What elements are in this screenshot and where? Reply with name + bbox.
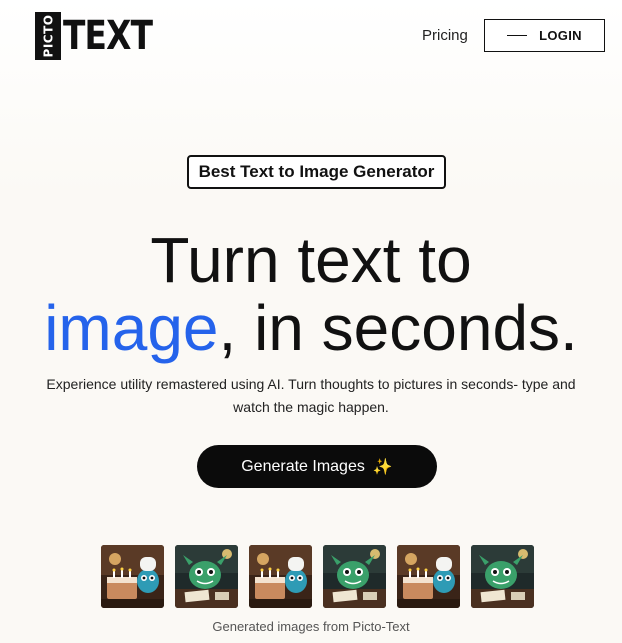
nav-pricing-link[interactable]: Pricing <box>422 27 468 44</box>
generated-image-3 <box>249 545 312 608</box>
generate-images-label: Generate Images <box>241 457 365 475</box>
generated-images-gallery <box>101 545 534 608</box>
logo-main-text: TEXT <box>63 13 153 59</box>
login-button[interactable]: LOGIN <box>484 19 605 52</box>
brand-logo[interactable]: PICTO TEXT <box>35 12 172 60</box>
headline-rest: , in seconds. <box>218 292 578 364</box>
headline-accent: image <box>44 292 219 364</box>
logo-vertical-box: PICTO <box>35 12 61 60</box>
generated-image-5 <box>397 545 460 608</box>
generated-image-4 <box>323 545 386 608</box>
headline-line-2: image, in seconds. <box>0 293 622 363</box>
generated-image-6 <box>471 545 534 608</box>
generated-image-1 <box>101 545 164 608</box>
sparkles-icon: ✨ <box>372 458 393 476</box>
logo-vertical-text: PICTO <box>41 14 56 58</box>
hero-subtitle: Experience utility remastered using AI. … <box>46 376 576 415</box>
gallery-caption: Generated images from Picto-Text <box>212 619 410 634</box>
hero-badge: Best Text to Image Generator <box>187 155 446 189</box>
login-label: LOGIN <box>539 28 582 43</box>
dash-icon <box>507 34 528 37</box>
generate-images-button[interactable]: Generate Images ✨ <box>197 445 437 488</box>
headline-line-1: Turn text to <box>150 224 472 296</box>
generated-image-2 <box>175 545 238 608</box>
